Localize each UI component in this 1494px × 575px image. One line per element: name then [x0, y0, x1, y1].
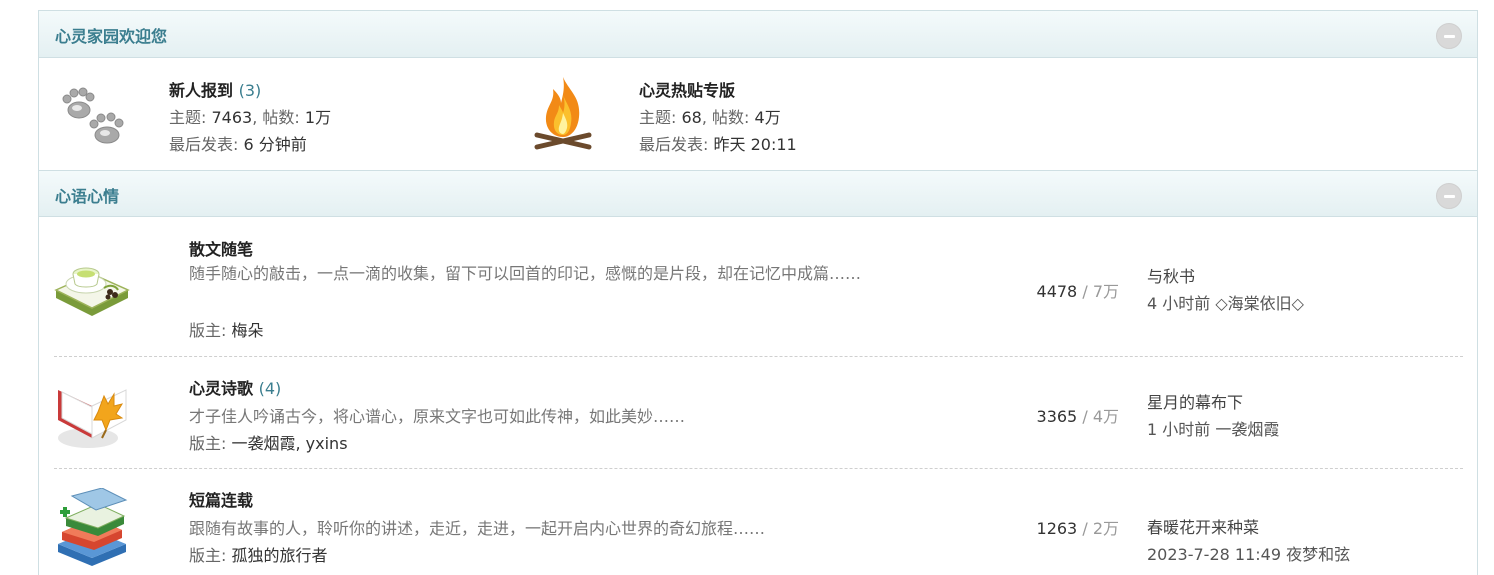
last-post-meta: 2023-7-28 11:49 夜梦和弦 — [1147, 541, 1350, 565]
today-count: (3) — [238, 81, 262, 100]
moderators-line: 版主: 一袭烟霞, yxins — [189, 430, 348, 454]
tea-book-icon[interactable] — [52, 248, 132, 328]
stat-separator: / — [1082, 407, 1088, 426]
collapse-icon[interactable] — [1436, 183, 1462, 209]
forum-description: 才子佳人吟诵古今，将心谱心，原来文字也可如此传神，如此美妙…… — [189, 407, 686, 426]
last-post-label: 最后发表: — [639, 135, 709, 154]
moderator-names[interactable]: 梅朵 — [232, 321, 264, 340]
forum-title[interactable]: 散文随笔 — [189, 236, 253, 260]
topics-count: 68 — [681, 108, 702, 127]
topics-label: 主题: — [169, 108, 207, 127]
posts-label: 帖数: — [712, 108, 750, 127]
row-divider — [54, 356, 1463, 357]
last-post-line: 最后发表: 6 分钟前 — [169, 131, 307, 155]
leaf-book-icon[interactable] — [52, 376, 132, 456]
posts-count: 1万 — [304, 108, 332, 127]
forum-name[interactable]: 新人报到 — [169, 81, 233, 100]
last-post-time[interactable]: 1 小时前 — [1147, 420, 1210, 439]
moderator-names[interactable]: 一袭烟霞, yxins — [232, 434, 348, 453]
last-post-title[interactable]: 与秋书 — [1147, 263, 1195, 287]
last-post-time[interactable]: 6 分钟前 — [244, 135, 307, 154]
forum-title[interactable]: 心灵诗歌 (4) — [189, 375, 281, 399]
forum-name[interactable]: 短篇连载 — [189, 491, 253, 510]
forum-counts: 4478 / 7万 — [1037, 278, 1119, 302]
moderators-line: 版主: 梅朵 — [189, 317, 264, 341]
category-title[interactable]: 心语心情 — [55, 183, 119, 207]
category-title[interactable]: 心灵家园欢迎您 — [55, 23, 167, 47]
last-post-user[interactable]: ◇海棠依旧◇ — [1215, 294, 1304, 313]
posts-label: 帖数: — [262, 108, 300, 127]
forum-stats: 主题: 68, 帖数: 4万 — [639, 108, 781, 127]
posts-count: 7万 — [1092, 282, 1119, 301]
moderators-label: 版主: — [189, 546, 227, 565]
threads-count: 4478 — [1036, 282, 1078, 301]
forum-name[interactable]: 心灵热贴专版 — [639, 81, 735, 100]
forum-title[interactable]: 心灵热贴专版 — [639, 77, 735, 101]
last-post-time[interactable]: 昨天 20:11 — [714, 135, 797, 154]
forum-description: 跟随有故事的人，聆听你的讲述，走近，走进，一起开启内心世界的奇幻旅程…… — [189, 519, 766, 538]
last-post-meta: 4 小时前 ◇海棠依旧◇ — [1147, 290, 1304, 314]
book-stack-icon[interactable] — [52, 488, 132, 568]
forum-name[interactable]: 散文随笔 — [189, 240, 253, 259]
forum-counts: 3365 / 4万 — [1037, 403, 1119, 427]
moderators-label: 版主: — [189, 434, 227, 453]
topics-count: 7463 — [211, 108, 253, 127]
forum-name[interactable]: 心灵诗歌 — [189, 379, 253, 398]
last-post-title[interactable]: 星月的幕布下 — [1147, 389, 1243, 413]
last-post-time[interactable]: 2023-7-28 11:49 — [1147, 545, 1281, 564]
posts-count: 2万 — [1092, 519, 1119, 538]
posts-count: 4万 — [1092, 407, 1119, 426]
forum-counts: 1263 / 2万 — [1037, 515, 1119, 539]
last-post-user[interactable]: 一袭烟霞 — [1215, 420, 1279, 439]
forum-description: 随手随心的敲击，一点一滴的收集，留下可以回首的印记，感慨的是片段，却在记忆中成篇… — [189, 264, 862, 283]
moderators-line: 版主: 孤独的旅行者 — [189, 542, 328, 566]
forum-stats: 主题: 7463, 帖数: 1万 — [169, 108, 332, 127]
paw-prints-icon[interactable] — [55, 77, 135, 157]
forum-title[interactable]: 新人报到 (3) — [169, 77, 261, 101]
stat-separator: / — [1082, 519, 1088, 538]
threads-count: 3365 — [1036, 407, 1078, 426]
category-header-welcome: 心灵家园欢迎您 — [39, 11, 1477, 58]
last-post-label: 最后发表: — [169, 135, 239, 154]
last-post-user[interactable]: 夜梦和弦 — [1286, 545, 1350, 564]
collapse-icon[interactable] — [1436, 23, 1462, 49]
moderators-label: 版主: — [189, 321, 227, 340]
last-post-title[interactable]: 春暖花开来种菜 — [1147, 514, 1259, 538]
category-header-mood: 心语心情 — [39, 170, 1477, 217]
last-post-meta: 1 小时前 一袭烟霞 — [1147, 416, 1279, 440]
last-post-line: 最后发表: 昨天 20:11 — [639, 131, 797, 155]
forum-title[interactable]: 短篇连载 — [189, 487, 253, 511]
threads-count: 1263 — [1036, 519, 1078, 538]
campfire-icon[interactable] — [523, 73, 603, 153]
topics-label: 主题: — [639, 108, 677, 127]
last-post-time[interactable]: 4 小时前 — [1147, 294, 1210, 313]
moderator-names[interactable]: 孤独的旅行者 — [232, 546, 328, 565]
stat-separator: / — [1082, 282, 1088, 301]
posts-count: 4万 — [754, 108, 781, 127]
today-count: (4) — [258, 379, 282, 398]
forum-board: 心灵家园欢迎您 新人报到 (3) 主题: 7463, 帖数: 1万 最后发表: … — [38, 10, 1478, 575]
row-divider — [54, 468, 1463, 469]
